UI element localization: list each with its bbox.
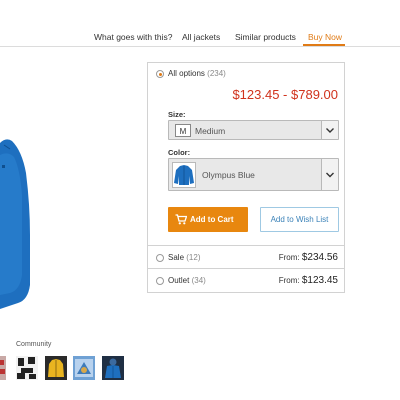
size-value: Medium <box>195 126 226 136</box>
add-to-cart-label: Add to Cart <box>190 215 234 224</box>
size-dropdown-toggle[interactable] <box>321 121 338 139</box>
size-label: Size: <box>168 110 186 119</box>
red-pattern-thumbnail[interactable] <box>0 356 6 380</box>
chevron-down-icon <box>326 172 334 178</box>
sale-price: From: $234.56 <box>279 252 338 263</box>
sale-count: (12) <box>186 253 201 262</box>
color-swatch <box>172 162 196 188</box>
color-select[interactable]: Olympus Blue <box>168 158 339 191</box>
outlet-count: (34) <box>191 276 206 285</box>
sale-label: Sale (12) <box>168 253 200 262</box>
buy-options-panel: All options (234) $123.45 - $789.00 Size… <box>147 62 345 293</box>
product-image[interactable] <box>0 125 40 325</box>
tab-what-goes-with-this[interactable]: What goes with this? <box>94 32 172 42</box>
outlet-price-value: $123.45 <box>301 275 338 286</box>
all-options-text: All options <box>168 69 205 78</box>
outlet-label: Outlet (34) <box>168 276 206 285</box>
all-options-count: (234) <box>207 69 226 78</box>
divider <box>148 245 344 246</box>
community-label: Community <box>16 341 52 348</box>
all-options-section: All options (234) $123.45 - $789.00 Size… <box>148 63 344 243</box>
yellow-jacket-thumbnail[interactable] <box>45 356 67 380</box>
color-label: Color: <box>168 148 191 157</box>
tab-similar-products[interactable]: Similar products <box>235 32 296 42</box>
all-options-label: All options (234) <box>168 69 226 78</box>
color-dropdown-toggle[interactable] <box>321 159 338 190</box>
add-to-cart-button[interactable]: Add to Cart <box>168 207 248 232</box>
black-white-pattern-thumbnail[interactable] <box>16 356 38 380</box>
outlet-from-label: From: <box>278 276 300 285</box>
size-select[interactable]: M Medium <box>168 120 339 140</box>
outlet-price: From: $123.45 <box>279 275 338 286</box>
color-value: Olympus Blue <box>202 170 255 180</box>
active-tab-indicator <box>303 44 345 46</box>
divider <box>148 268 344 269</box>
chevron-down-icon <box>326 128 334 133</box>
sale-radio[interactable] <box>156 254 164 262</box>
cart-icon <box>175 214 187 225</box>
sale-price-value: $234.56 <box>301 252 338 263</box>
jacket-thumbnail-icon <box>174 165 194 185</box>
sale-from-label: From: <box>278 253 300 262</box>
all-options-radio[interactable] <box>156 70 164 78</box>
blue-pattern-thumbnail[interactable] <box>73 356 95 380</box>
outlet-text: Outlet <box>168 276 190 285</box>
price-range: $123.45 - $789.00 <box>232 87 338 102</box>
product-tabs: What goes with this? All jackets Similar… <box>0 28 400 47</box>
sale-text: Sale <box>168 253 185 262</box>
tab-all-jackets[interactable]: All jackets <box>182 32 220 42</box>
size-badge: M <box>175 124 191 137</box>
tab-buy-now[interactable]: Buy Now <box>308 32 342 42</box>
blue-jacket-thumbnail[interactable] <box>102 356 124 380</box>
add-to-wish-list-button[interactable]: Add to Wish List <box>260 207 339 232</box>
outlet-radio[interactable] <box>156 277 164 285</box>
